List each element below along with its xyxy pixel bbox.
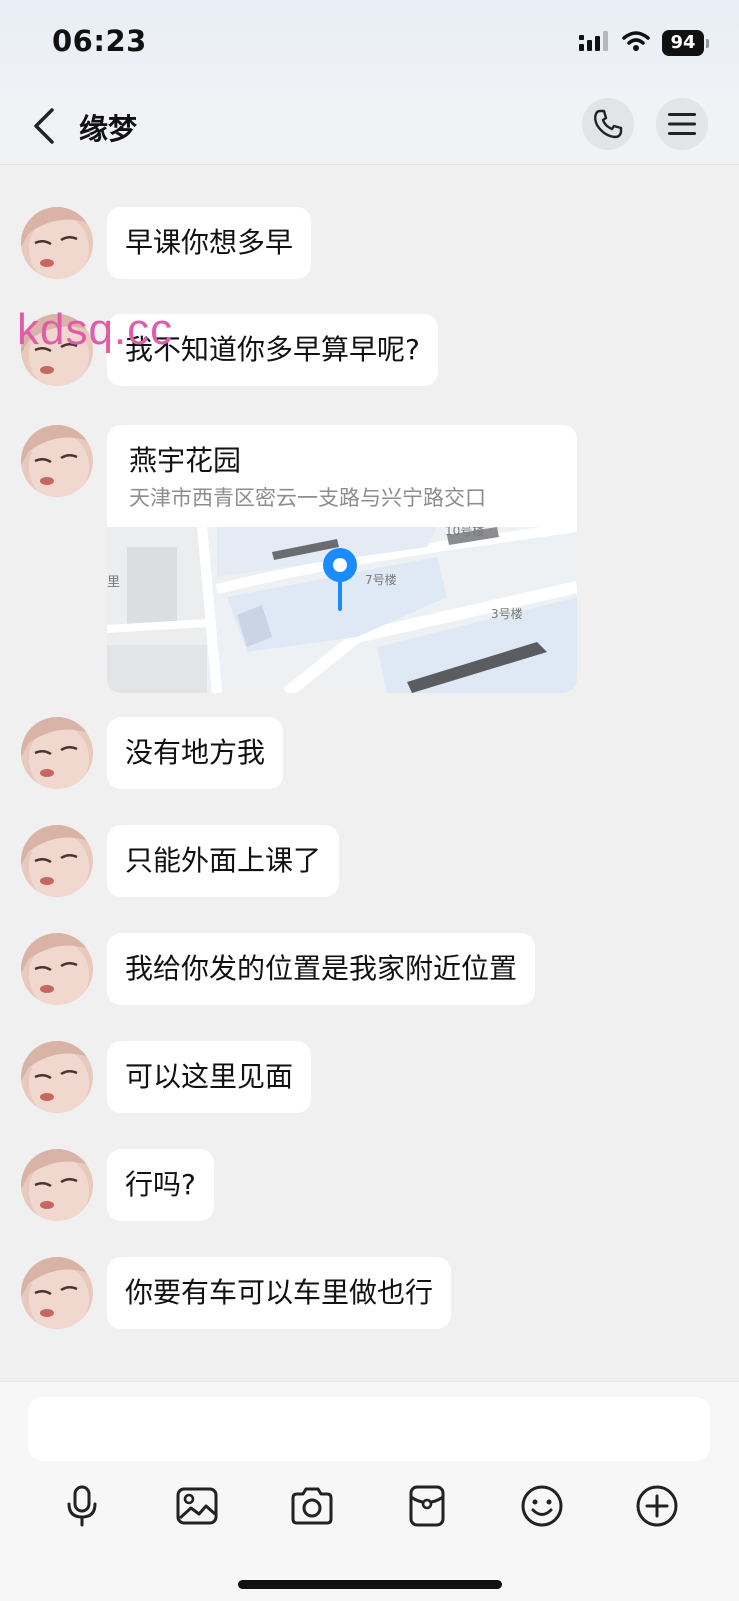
message-bubble[interactable]: 只能外面上课了: [107, 825, 340, 897]
location-address: 天津市西青区密云一支路与兴宁路交口: [129, 486, 486, 510]
message-bubble[interactable]: 我不知道你多早算早呢?: [107, 314, 438, 386]
call-button[interactable]: [582, 98, 634, 150]
red-packet-button[interactable]: [399, 1478, 455, 1534]
emoji-icon: [521, 1485, 563, 1527]
battery-icon: 94: [662, 30, 709, 56]
contact-avatar[interactable]: [21, 825, 93, 897]
plus-icon: [636, 1485, 678, 1527]
camera-icon: [291, 1487, 333, 1525]
hamburger-menu-icon: [668, 113, 696, 135]
phone-icon: [594, 109, 623, 139]
message-bubble[interactable]: 可以这里见面: [107, 1041, 312, 1113]
red-packet-icon: [409, 1485, 445, 1527]
image-button[interactable]: [169, 1478, 225, 1534]
message-list[interactable]: 早课你想多早 我不知道你多早算早呢? 燕宇花园 天津市西青区密云一支路与兴宁路交…: [0, 165, 739, 1380]
message-input[interactable]: [28, 1397, 710, 1461]
menu-button[interactable]: [656, 98, 708, 150]
message-item: 早课你想多早: [21, 207, 312, 279]
back-button[interactable]: [22, 104, 66, 148]
message-item: 我不知道你多早算早呢?: [21, 314, 438, 386]
contact-avatar[interactable]: [21, 425, 93, 497]
message-item: 我给你发的位置是我家附近位置: [21, 933, 536, 1005]
contact-avatar[interactable]: [21, 207, 93, 279]
contact-avatar[interactable]: [21, 1149, 93, 1221]
composer-toolbar: [0, 1478, 739, 1538]
message-bubble[interactable]: 你要有车可以车里做也行: [107, 1257, 452, 1329]
location-message-item: 燕宇花园 天津市西青区密云一支路与兴宁路交口 10号楼 7号楼 3号楼 里: [21, 425, 577, 693]
message-item: 可以这里见面: [21, 1041, 312, 1113]
emoji-button[interactable]: [514, 1478, 570, 1534]
location-map[interactable]: 10号楼 7号楼 3号楼 里: [107, 527, 577, 693]
message-bubble[interactable]: 没有地方我: [107, 717, 284, 789]
contact-avatar[interactable]: [21, 717, 93, 789]
map-label: 7号楼: [365, 572, 397, 587]
message-item: 没有地方我: [21, 717, 284, 789]
location-info: 燕宇花园 天津市西青区密云一支路与兴宁路交口: [107, 425, 577, 527]
microphone-icon: [67, 1485, 97, 1527]
status-time: 06:23: [52, 24, 147, 58]
contact-avatar[interactable]: [21, 933, 93, 1005]
status-bar: 06:23 94: [0, 0, 739, 90]
map-label: 里: [107, 575, 120, 590]
location-card[interactable]: 燕宇花园 天津市西青区密云一支路与兴宁路交口 10号楼 7号楼 3号楼 里: [107, 425, 577, 693]
more-button[interactable]: [629, 1478, 685, 1534]
message-item: 只能外面上课了: [21, 825, 340, 897]
home-indicator[interactable]: [238, 1580, 502, 1589]
chat-header: 缘梦: [0, 90, 739, 165]
camera-button[interactable]: [284, 1478, 340, 1534]
message-item: 行吗?: [21, 1149, 214, 1221]
location-name: 燕宇花园: [129, 444, 242, 477]
map-label: 3号楼: [491, 606, 523, 621]
message-item: 你要有车可以车里做也行: [21, 1257, 452, 1329]
contact-avatar[interactable]: [21, 1041, 93, 1113]
map-label: 10号楼: [445, 527, 484, 538]
message-bubble[interactable]: 行吗?: [107, 1149, 214, 1221]
chevron-left-icon: [34, 108, 54, 144]
message-bubble[interactable]: 我给你发的位置是我家附近位置: [107, 933, 536, 1005]
cellular-signal-icon: [578, 30, 610, 56]
chat-title: 缘梦: [79, 112, 138, 146]
contact-avatar[interactable]: [21, 314, 93, 386]
composer-bar: [0, 1381, 739, 1601]
battery-level: 94: [662, 30, 704, 56]
message-bubble[interactable]: 早课你想多早: [107, 207, 312, 279]
contact-avatar[interactable]: [21, 1257, 93, 1329]
status-icons: 94: [578, 30, 709, 56]
voice-button[interactable]: [54, 1478, 110, 1534]
image-icon: [176, 1487, 218, 1525]
wifi-icon: [622, 30, 650, 56]
